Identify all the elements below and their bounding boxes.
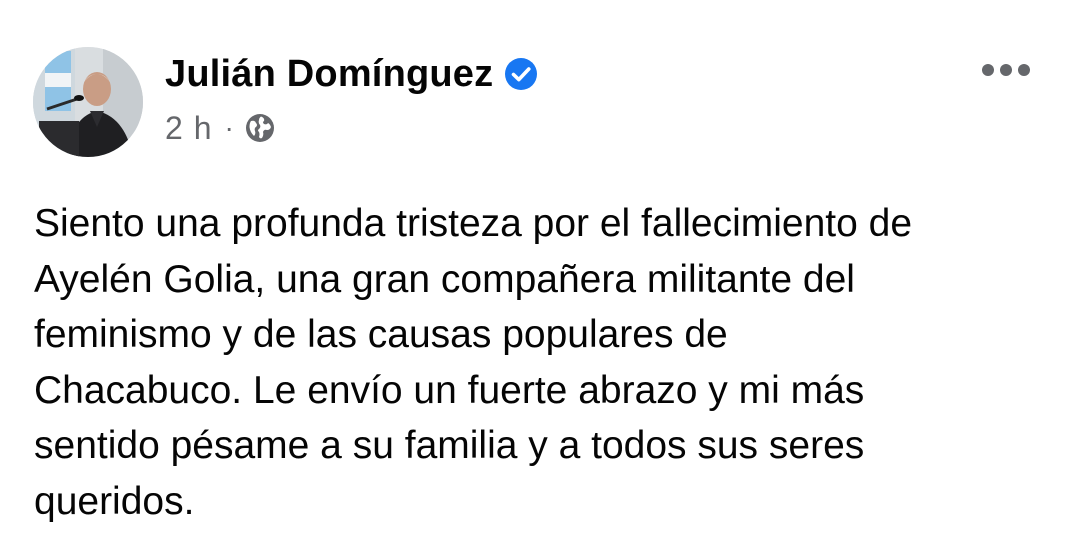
more-options-button[interactable]	[976, 48, 1036, 92]
author-row: Julián Domínguez	[165, 50, 538, 98]
post-timestamp[interactable]: 2 h	[165, 110, 212, 147]
avatar-photo-image	[33, 47, 143, 157]
post-body-text: Siento una profunda tristeza por el fall…	[34, 202, 913, 523]
meta-separator: ·	[224, 112, 234, 143]
author-name[interactable]: Julián Domínguez	[165, 53, 493, 96]
globe-icon[interactable]	[244, 112, 276, 144]
post-card: Julián Domínguez 2 h · Siento una profun…	[0, 0, 1080, 553]
verified-badge-icon	[504, 57, 538, 91]
author-avatar[interactable]	[33, 47, 143, 157]
more-options-icon	[982, 64, 1030, 76]
post-header: Julián Domínguez 2 h ·	[165, 50, 538, 148]
post-meta: 2 h ·	[165, 108, 538, 148]
